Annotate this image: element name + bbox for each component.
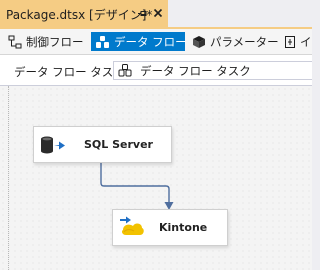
sql-server-source-component[interactable]: SQL Server [33,126,172,163]
sql-server-label: SQL Server [84,138,153,151]
kintone-destination-component[interactable]: Kintone [112,209,228,246]
kintone-label: Kintone [159,221,208,234]
kintone-destination-icon [120,216,144,235]
database-source-icon [41,136,65,153]
